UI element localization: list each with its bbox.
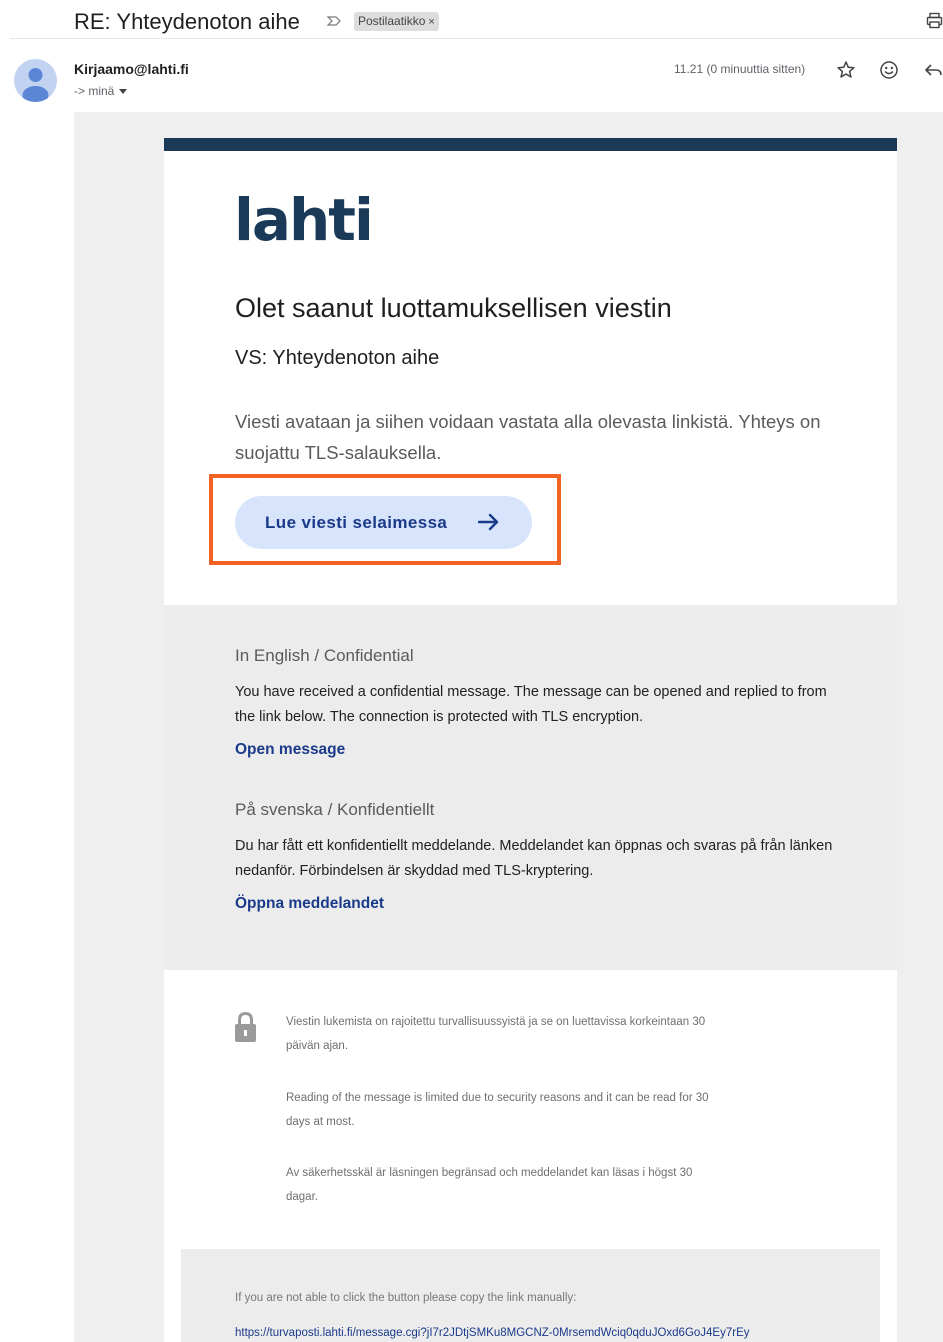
print-icon[interactable] xyxy=(926,12,943,29)
message-timestamp: 11.21 (0 minuuttia sitten) xyxy=(674,62,806,76)
recipient-details-toggle[interactable]: -> minä xyxy=(74,84,128,98)
notice-english: Reading of the message is limited due to… xyxy=(286,1092,709,1128)
arrow-right-icon xyxy=(478,513,499,531)
thread-subject: RE: Yhteydenoton aihe xyxy=(74,9,300,34)
recipient-text: -> minä xyxy=(74,84,115,98)
manual-message-url[interactable]: https://turvaposti.lahti.fi/message.cgi?… xyxy=(235,1327,830,1339)
header-divider xyxy=(10,38,943,39)
email-subject-line: VS: Yhteydenoton aihe xyxy=(235,347,440,369)
english-heading: In English / Confidential xyxy=(235,646,414,665)
oppna-meddelandet-link[interactable]: Öppna meddelandet xyxy=(235,895,384,913)
remove-label-icon[interactable]: × xyxy=(428,16,434,28)
swedish-body: Du har fått ett konfidentiellt meddeland… xyxy=(235,838,833,879)
email-intro-text: Viesti avataan ja siihen voidaan vastata… xyxy=(235,411,821,463)
read-in-browser-label: Lue viesti selaimessa xyxy=(265,512,448,532)
label-chip-text: Postilaatikko xyxy=(358,14,426,28)
swedish-heading: På svenska / Konfidentiellt xyxy=(235,800,435,819)
logo-wordmark: lahti xyxy=(234,188,372,246)
thread-subject-row: RE: Yhteydenoton aihe Postilaatikko × xyxy=(0,0,943,40)
open-message-link[interactable]: Open message xyxy=(235,741,345,759)
sender-address[interactable]: Kirjaamo@lahti.fi xyxy=(74,61,189,77)
label-chip-inbox[interactable]: Postilaatikko × xyxy=(354,12,439,31)
reply-icon[interactable] xyxy=(923,60,943,80)
email-heading: Olet saanut luottamuksellisen viestin xyxy=(235,293,672,323)
lock-icon xyxy=(235,1011,256,1042)
read-in-browser-button[interactable]: Lue viesti selaimessa xyxy=(235,496,532,549)
manual-link-instruction: If you are not able to click the button … xyxy=(235,1292,577,1304)
notice-finnish: Viestin lukemista on rajoitettu turvalli… xyxy=(286,1016,706,1052)
notice-swedish: Av säkerhetsskäl är läsningen begränsad … xyxy=(286,1167,693,1203)
english-body: You have received a confidential message… xyxy=(235,684,827,725)
importance-marker-icon[interactable] xyxy=(326,13,342,29)
emoji-reaction-icon[interactable] xyxy=(879,60,899,80)
default-avatar-icon[interactable] xyxy=(14,59,57,102)
star-icon[interactable] xyxy=(836,60,856,80)
chevron-down-icon xyxy=(119,89,128,95)
lahti-logo: lahti xyxy=(234,188,374,246)
